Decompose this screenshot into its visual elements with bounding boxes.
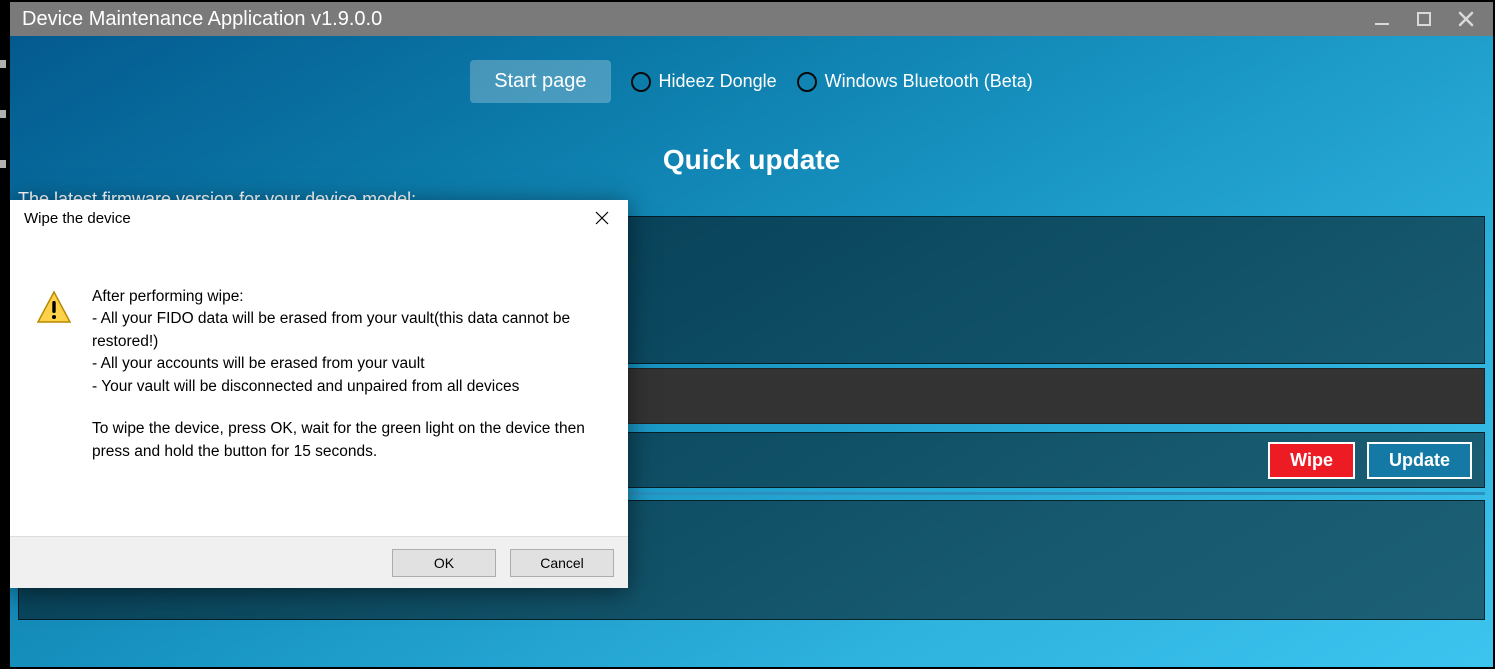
app-window: Device Maintenance Application v1.9.0.0 … [0,0,1495,669]
left-edge-stub [0,60,6,68]
dialog-line: - All your accounts will be erased from … [92,355,425,372]
radio-label: Hideez Dongle [659,71,777,92]
warning-icon [36,290,72,326]
dialog-line: After performing wipe: [92,288,244,305]
wipe-dialog: Wipe the device After performing wipe: -… [10,200,628,588]
page-title: Quick update [10,144,1493,176]
titlebar: Device Maintenance Application v1.9.0.0 [10,2,1493,36]
radio-circle-icon [797,72,817,92]
dialog-title: Wipe the device [24,210,131,227]
dialog-close-icon[interactable] [590,206,614,230]
window-title: Device Maintenance Application v1.9.0.0 [22,8,382,31]
dialog-header: Wipe the device [10,200,628,236]
dialog-line: To wipe the device, press OK, wait for t… [92,418,602,463]
dialog-ok-button[interactable]: OK [392,549,496,577]
dialog-line: - Your vault will be disconnected and un… [92,378,519,395]
left-edge-stub [0,110,6,118]
radio-windows-bluetooth[interactable]: Windows Bluetooth (Beta) [797,71,1033,92]
start-page-button[interactable]: Start page [470,60,610,103]
dialog-line: - All your FIDO data will be erased from… [92,310,570,349]
radio-circle-icon [631,72,651,92]
minimize-icon[interactable] [1373,10,1391,28]
dialog-footer: OK Cancel [10,536,628,588]
radio-hideez-dongle[interactable]: Hideez Dongle [631,71,777,92]
dialog-cancel-button[interactable]: Cancel [510,549,614,577]
wipe-button[interactable]: Wipe [1268,442,1355,479]
radio-label: Windows Bluetooth (Beta) [825,71,1033,92]
dialog-body: After performing wipe: - All your FIDO d… [10,236,628,463]
window-controls [1373,2,1489,36]
left-edge-stub [0,160,6,168]
dialog-text: After performing wipe: - All your FIDO d… [92,286,602,463]
close-icon[interactable] [1457,10,1475,28]
top-nav: Start page Hideez Dongle Windows Bluetoo… [10,60,1493,103]
maximize-icon[interactable] [1415,10,1433,28]
update-button[interactable]: Update [1367,442,1472,479]
